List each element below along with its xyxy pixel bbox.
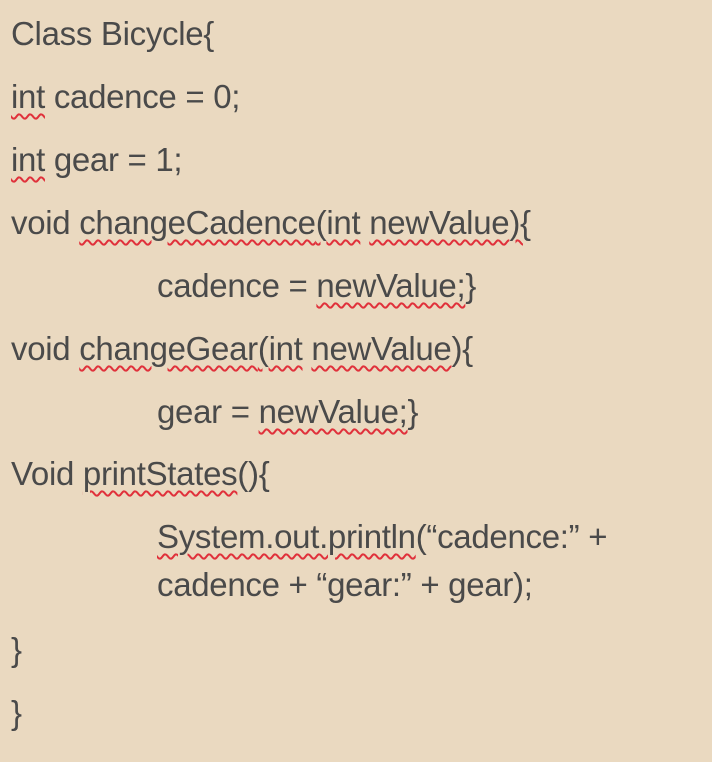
code-line-cadence-assignment: cadence = newValue;} [157,266,476,306]
code-text: void [11,204,80,241]
code-line-gear-assignment: gear = newValue;} [157,392,419,432]
code-line-gear-field: int gear = 1; [11,140,183,180]
misspelled-word: int [11,78,45,115]
code-text: (“cadence:” + [415,518,608,555]
code-line-close-method: } [11,630,22,670]
misspelled-word: ( [315,204,327,241]
misspelled-word: newValue; [258,393,408,430]
code-text: Void [11,455,83,492]
misspelled-word: changeCadence [79,204,316,241]
misspelled-word: newValue [369,204,510,241]
code-line-print-states-signature: Void printStates(){ [11,454,270,494]
code-line-close-class: } [11,693,22,733]
misspelled-word: System.out.println [157,518,416,555]
code-text: } [407,393,419,430]
misspelled-word: int [11,141,45,178]
misspelled-word: printStates [82,455,238,492]
misspelled-word: ( [257,330,269,367]
misspelled-word: int [268,330,303,367]
misspelled-word: newValue [311,330,452,367]
code-text: } [11,631,22,668]
code-text: ){ [451,330,473,367]
code-text: cadence + “gear:” + gear); [157,566,533,603]
code-line-change-cadence-signature: void changeCadence(int newValue){ [11,203,531,243]
code-text: (){ [237,455,270,492]
code-text: } [11,694,22,731]
code-line-cadence-field: int cadence = 0; [11,77,240,117]
code-line-println-args: cadence + “gear:” + gear); [157,565,533,605]
code-text: cadence = 0; [44,78,241,115]
code-text: gear = [157,393,259,430]
code-text: cadence = [157,267,317,304]
misspelled-word: ){ [509,204,531,241]
code-text: void [11,330,80,367]
code-line-println-call: System.out.println(“cadence:” + [157,517,607,557]
code-line-change-gear-signature: void changeGear(int newValue){ [11,329,473,369]
misspelled-word: int [326,204,361,241]
slide: Class Bicycle{ int cadence = 0; int gear… [0,0,712,762]
misspelled-word: changeGear [79,330,258,367]
code-text: Class Bicycle{ [11,15,215,52]
code-line-class-declaration: Class Bicycle{ [11,14,214,54]
misspelled-word: newValue; [316,267,466,304]
code-text: } [465,267,477,304]
code-text: gear = 1; [44,141,183,178]
